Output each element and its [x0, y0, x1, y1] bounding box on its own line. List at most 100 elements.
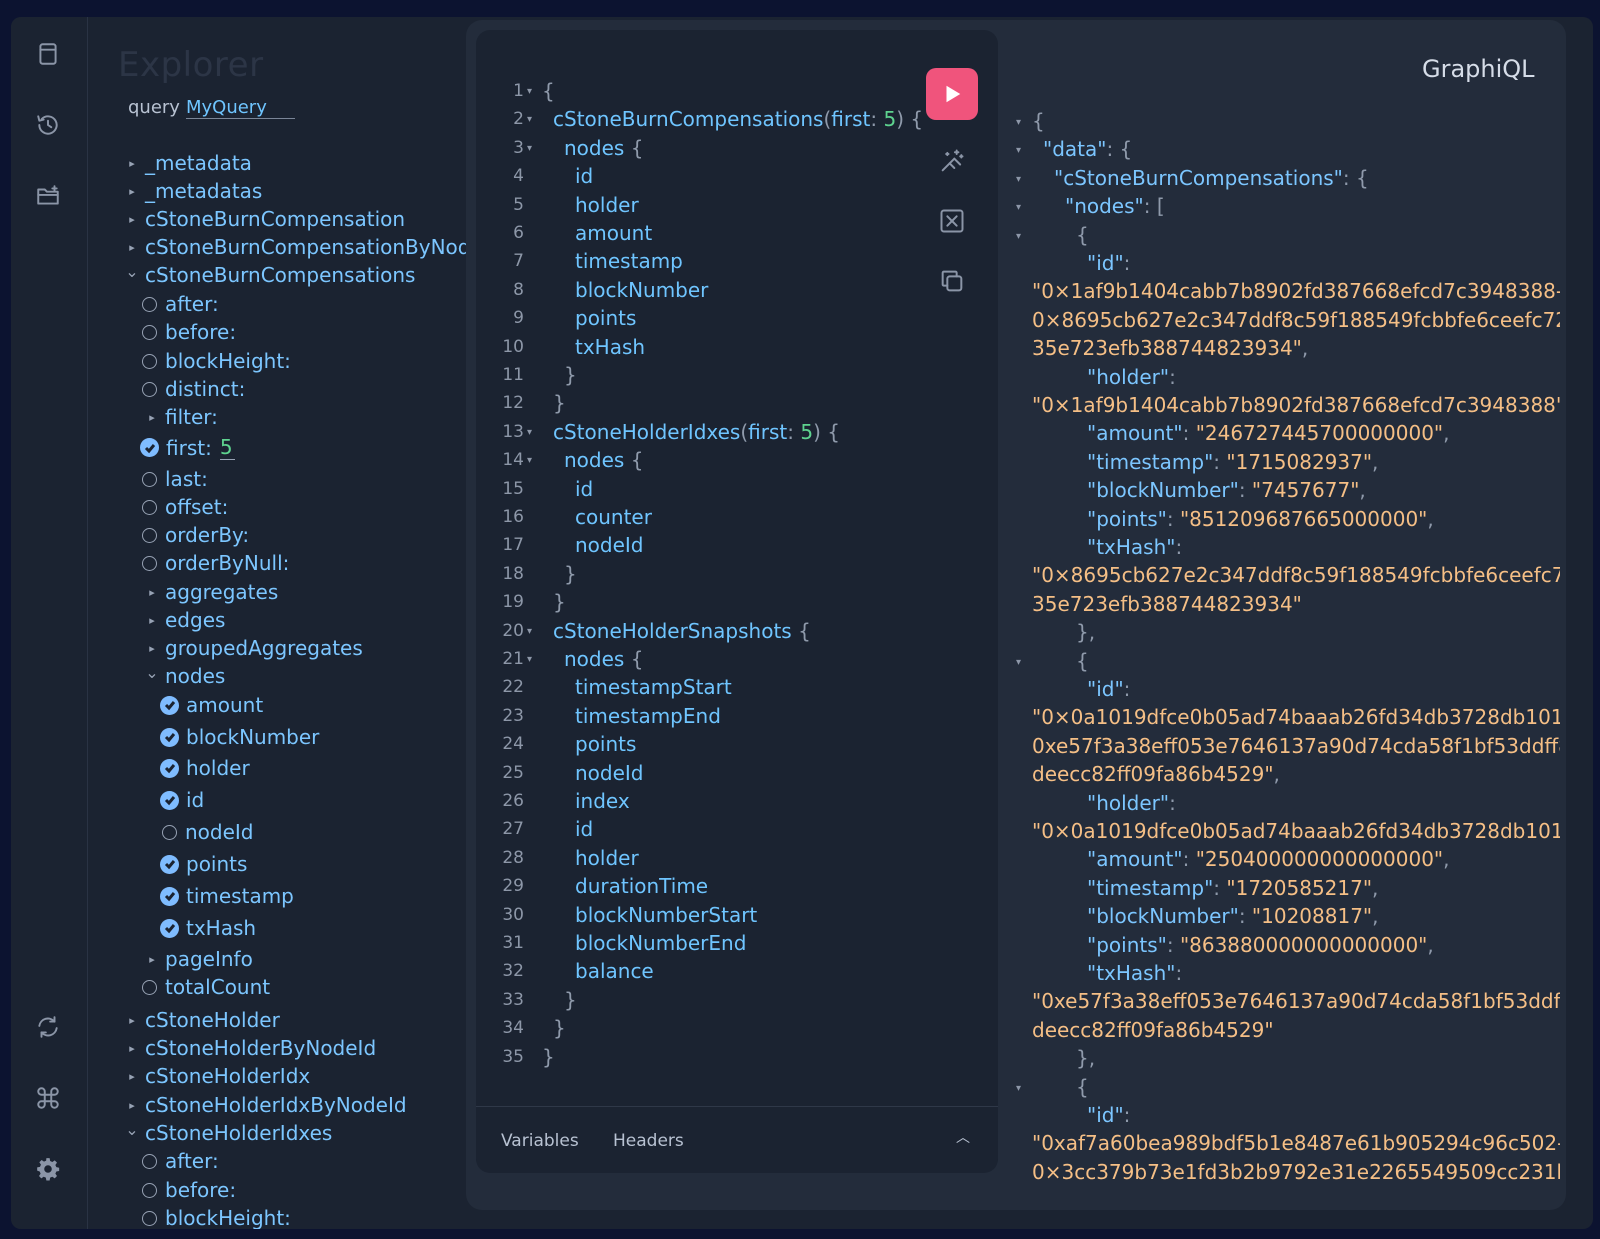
- tree-item[interactable]: blockNumber: [160, 725, 319, 749]
- tree-item[interactable]: timestamp: [160, 884, 294, 908]
- tree-item[interactable]: ▸ cStoneHolderIdxByNodeId: [125, 1093, 406, 1117]
- chevron-down-icon[interactable]: ⌄: [125, 1120, 139, 1139]
- chevron-down-icon[interactable]: ⌄: [125, 262, 139, 281]
- tree-item[interactable]: amount: [160, 693, 263, 717]
- tree-item[interactable]: txHash: [160, 916, 256, 940]
- checked-circle-icon[interactable]: [160, 695, 179, 715]
- tree-item[interactable]: totalCount: [142, 975, 270, 999]
- fold-toggle-icon[interactable]: ▾: [1016, 174, 1021, 185]
- fold-toggle-icon[interactable]: ▾: [1016, 117, 1021, 128]
- fold-toggle-icon[interactable]: ▾: [527, 427, 532, 438]
- tree-item[interactable]: ▸ cStoneBurnCompensationByNod: [125, 235, 470, 259]
- checked-circle-icon[interactable]: [160, 790, 179, 810]
- chevron-right-icon[interactable]: ▸: [125, 1042, 139, 1055]
- tree-item[interactable]: after:: [142, 292, 219, 316]
- unchecked-circle-icon[interactable]: [162, 824, 177, 840]
- docs-icon[interactable]: [33, 39, 63, 69]
- tree-item[interactable]: blockHeight:: [142, 1206, 291, 1229]
- tab-variables[interactable]: Variables: [501, 1131, 579, 1151]
- checked-circle-icon[interactable]: [160, 727, 179, 747]
- tree-item[interactable]: id: [160, 788, 204, 812]
- query-name-input[interactable]: MyQuery: [185, 97, 295, 119]
- fold-toggle-icon[interactable]: ▾: [527, 654, 532, 665]
- command-icon[interactable]: [33, 1083, 63, 1113]
- chevron-up-icon[interactable]: ︿: [956, 1127, 970, 1147]
- tree-item[interactable]: first: 5: [140, 435, 235, 460]
- checked-circle-icon[interactable]: [140, 438, 159, 457]
- fold-toggle-icon[interactable]: ▾: [527, 626, 532, 637]
- unchecked-circle-icon[interactable]: [142, 499, 157, 515]
- tree-item[interactable]: ⌄ cStoneHolderIdxes: [125, 1120, 332, 1146]
- copy-query-button[interactable]: [934, 263, 970, 299]
- chevron-right-icon[interactable]: ▸: [125, 185, 139, 198]
- unchecked-circle-icon[interactable]: [142, 471, 157, 487]
- tree-item[interactable]: ▸ cStoneHolderByNodeId: [125, 1036, 376, 1060]
- merge-fragments-button[interactable]: [934, 203, 970, 239]
- fold-toggle-icon[interactable]: ▾: [527, 455, 532, 466]
- tree-item[interactable]: ▸ filter:: [145, 405, 218, 429]
- fold-toggle-icon[interactable]: ▾: [1016, 1083, 1021, 1094]
- chevron-down-icon[interactable]: ⌄: [145, 663, 159, 682]
- chevron-right-icon[interactable]: ▸: [145, 614, 159, 627]
- checked-circle-icon[interactable]: [160, 886, 179, 906]
- tree-item[interactable]: distinct:: [142, 377, 245, 401]
- fold-toggle-icon[interactable]: ▾: [527, 86, 532, 97]
- chevron-right-icon[interactable]: ▸: [125, 157, 139, 170]
- checked-circle-icon[interactable]: [160, 758, 179, 778]
- chevron-right-icon[interactable]: ▸: [125, 1070, 139, 1083]
- tree-item[interactable]: before:: [142, 320, 236, 344]
- tree-item[interactable]: orderBy:: [142, 523, 249, 547]
- fold-toggle-icon[interactable]: ▾: [1016, 145, 1021, 156]
- tree-item[interactable]: points: [160, 852, 247, 876]
- chevron-right-icon[interactable]: ▸: [145, 411, 159, 424]
- tree-item[interactable]: blockHeight:: [142, 349, 291, 373]
- checked-circle-icon[interactable]: [160, 854, 179, 874]
- checked-circle-icon[interactable]: [160, 918, 179, 938]
- run-query-button[interactable]: [926, 68, 978, 120]
- history-icon[interactable]: [33, 110, 63, 140]
- query-editor[interactable]: 1 ▾{2 ▾ cStoneBurnCompensations(first: 5) {…: [476, 30, 998, 1172]
- tree-item[interactable]: ▸ groupedAggregates: [145, 636, 363, 660]
- chevron-right-icon[interactable]: ▸: [145, 642, 159, 655]
- prettify-button[interactable]: [934, 143, 970, 179]
- explorer-folder-icon[interactable]: [33, 181, 63, 211]
- unchecked-circle-icon[interactable]: [142, 324, 157, 340]
- tree-item[interactable]: ▸ aggregates: [145, 580, 278, 604]
- tree-item[interactable]: offset:: [142, 495, 228, 519]
- chevron-right-icon[interactable]: ▸: [125, 241, 139, 254]
- tree-item[interactable]: last:: [142, 467, 208, 491]
- tree-item[interactable]: ▸ _metadatas: [125, 179, 262, 203]
- tree-item[interactable]: after:: [142, 1149, 219, 1173]
- unchecked-circle-icon[interactable]: [142, 296, 157, 312]
- fold-toggle-icon[interactable]: ▾: [527, 143, 532, 154]
- unchecked-circle-icon[interactable]: [142, 1210, 157, 1226]
- tree-item[interactable]: ▸ _metadata: [125, 151, 252, 175]
- chevron-right-icon[interactable]: ▸: [145, 953, 159, 966]
- tree-item[interactable]: ⌄ cStoneBurnCompensations: [125, 262, 415, 288]
- unchecked-circle-icon[interactable]: [142, 353, 157, 369]
- tree-item[interactable]: orderByNull:: [142, 551, 289, 575]
- tree-item[interactable]: before:: [142, 1178, 236, 1202]
- unchecked-circle-icon[interactable]: [142, 555, 157, 571]
- fold-toggle-icon[interactable]: ▾: [527, 114, 532, 125]
- fold-toggle-icon[interactable]: ▾: [1016, 231, 1021, 242]
- unchecked-circle-icon[interactable]: [142, 1182, 157, 1198]
- unchecked-circle-icon[interactable]: [142, 381, 157, 397]
- fold-toggle-icon[interactable]: ▾: [1016, 202, 1021, 213]
- unchecked-circle-icon[interactable]: [142, 527, 157, 543]
- chevron-right-icon[interactable]: ▸: [125, 1014, 139, 1027]
- chevron-right-icon[interactable]: ▸: [125, 1099, 139, 1112]
- unchecked-circle-icon[interactable]: [142, 1153, 157, 1169]
- tree-item[interactable]: ▸ pageInfo: [145, 947, 253, 971]
- unchecked-circle-icon[interactable]: [142, 979, 157, 995]
- fold-toggle-icon[interactable]: ▾: [1016, 657, 1021, 668]
- tab-headers[interactable]: Headers: [613, 1131, 684, 1151]
- tree-item[interactable]: ⌄ nodes: [145, 663, 225, 689]
- tree-item[interactable]: ▸ cStoneHolder: [125, 1008, 280, 1032]
- tree-item[interactable]: ▸ cStoneBurnCompensation: [125, 207, 405, 231]
- tree-item[interactable]: ▸ cStoneHolderIdx: [125, 1064, 310, 1088]
- arg-value-input[interactable]: 5: [219, 435, 235, 460]
- tree-item[interactable]: ▸ edges: [145, 608, 225, 632]
- chevron-right-icon[interactable]: ▸: [125, 213, 139, 226]
- settings-gear-icon[interactable]: [33, 1154, 63, 1184]
